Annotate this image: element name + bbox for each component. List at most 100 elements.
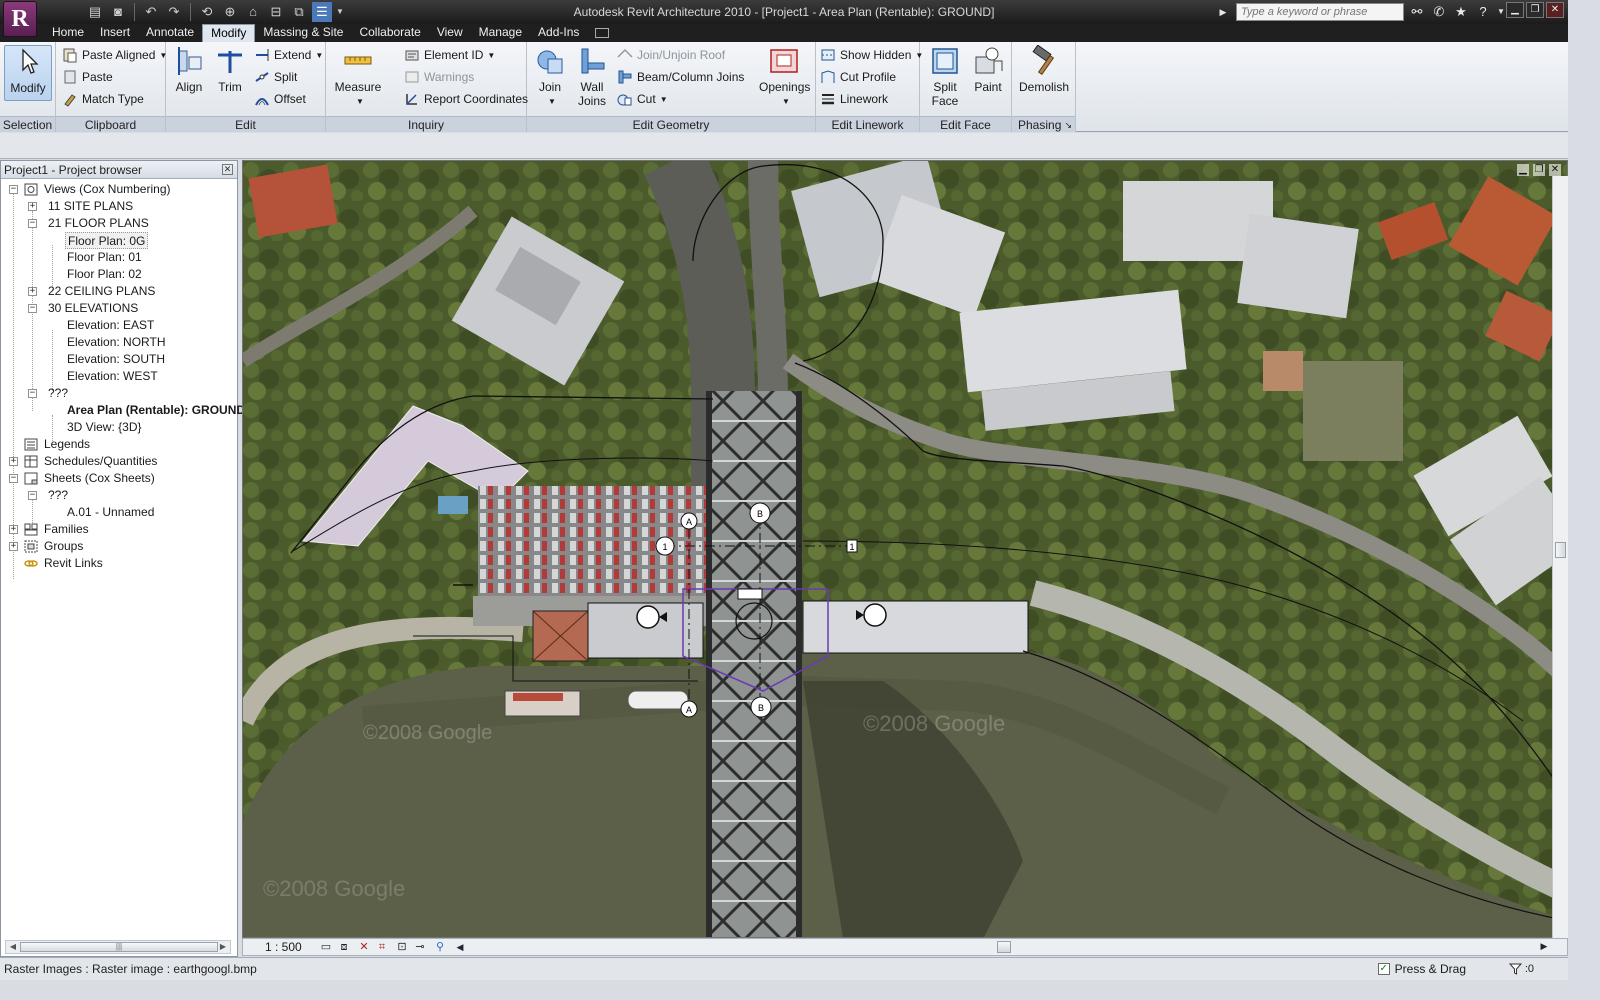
tree-node-floor-plan-02[interactable]: Floor Plan: 02 [67,266,142,283]
show-crop-icon[interactable]: ⊡ [395,941,409,954]
join-button[interactable]: Join ▼ [533,45,567,108]
view-scale[interactable]: 1 : 500 [265,939,302,956]
help-dropdown-icon[interactable]: ▼ [1496,3,1506,21]
tree-node-elevation-east[interactable]: Elevation: EAST [67,317,154,334]
view-minimize-icon[interactable]: ▁ [1517,164,1529,176]
filter-status[interactable]: :0 [1508,962,1534,976]
browser-scroll-thumb[interactable]: ||| [20,942,218,952]
collapse-icon[interactable]: − [28,219,37,228]
match-type-button[interactable]: Match Type [62,89,144,109]
redo-icon[interactable]: ↷ [164,2,184,22]
area-plan-canvas[interactable]: A 1 B 1 A B ©2008 Google ©2008 Google ©2… [243,161,1568,938]
trim-button[interactable]: Trim [212,45,248,94]
scroll-right-icon[interactable]: ▶ [217,941,229,953]
tree-node-floor-plan-0g[interactable]: Floor Plan: 0G [65,232,149,249]
tree-node-elevations[interactable]: − 30 ELEVATIONS [26,300,138,317]
tree-node-site-plans[interactable]: + 11 SITE PLANS [26,198,133,215]
paste-aligned-button[interactable]: Paste Aligned ▼ [62,45,167,65]
grid-bubble[interactable]: A [680,700,698,718]
paint-button[interactable]: Paint [970,45,1006,94]
open-icon[interactable]: ▤ [85,2,105,22]
cut-profile-button[interactable]: Cut Profile [820,67,896,87]
tree-node-elevation-north[interactable]: Elevation: NORTH [67,334,165,351]
grid-bubble[interactable]: B [750,696,772,718]
tree-node-sheets[interactable]: − Sheets (Cox Sheets) [7,470,155,487]
drawing-vertical-scrollbar[interactable] [1552,176,1568,938]
expand-icon[interactable]: + [9,457,18,466]
tree-node-3d-view[interactable]: 3D View: {3D} [67,419,142,436]
tree-node-revit-links[interactable]: Revit Links [7,555,103,572]
tab-insert[interactable]: Insert [92,24,138,42]
tab-annotate[interactable]: Annotate [138,24,202,42]
tree-node-schedules[interactable]: + Schedules/Quantities [7,453,157,470]
tab-add-ins[interactable]: Add-Ins [530,24,587,42]
tree-node-floor-plan-01[interactable]: Floor Plan: 01 [67,249,142,266]
collapse-icon[interactable]: − [28,491,37,500]
favorites-star-icon[interactable]: ★ [1452,3,1470,21]
join-unjoin-roof-button[interactable]: Join/Unjoin Roof [617,45,725,65]
demolish-button[interactable]: Demolish [1016,45,1072,94]
collapse-icon[interactable]: − [9,474,18,483]
tree-node-elevation-west[interactable]: Elevation: WEST [67,368,158,385]
tree-node-ceiling-plans[interactable]: + 22 CEILING PLANS [26,283,155,300]
save-icon[interactable]: ◙ [108,2,128,22]
sync-icon[interactable]: ⟲ [197,2,217,22]
switch-windows-icon[interactable]: ☰ [312,2,332,22]
report-coordinates-button[interactable]: Report Coordinates [404,89,528,109]
scroll-right-icon[interactable]: ▶ [1537,940,1551,953]
align-button[interactable]: Align [170,45,208,94]
section-icon[interactable]: ⊟ [266,2,286,22]
tree-node-sheets-unknown[interactable]: − ??? [26,487,68,504]
tree-node-unknown-group[interactable]: − ??? [26,385,68,402]
expand-icon[interactable]: + [9,542,18,551]
tree-node-groups[interactable]: + Groups [7,538,83,555]
tab-modify[interactable]: Modify [202,24,256,42]
keyword-search-input[interactable] [1236,3,1404,21]
phasing-launcher-icon[interactable]: ↘ [1064,117,1072,133]
visual-style-icon[interactable]: ⧈ [337,941,351,954]
linework-button[interactable]: Linework [820,89,888,109]
3d-view-icon[interactable]: ⌂ [243,2,263,22]
tree-node-views[interactable]: − Views (Cox Numbering) [7,181,171,198]
element-id-button[interactable]: Element ID ▼ [404,45,495,65]
binoculars-icon[interactable]: ⚯ [1408,3,1426,21]
crop-region-icon[interactable]: ⌗ [375,941,389,954]
browser-horizontal-scrollbar[interactable]: ◀ ||| ▶ [5,940,231,954]
temporary-hide-icon[interactable]: ⊸ [413,941,427,954]
shadows-icon[interactable]: ✕ [357,941,371,954]
tab-manage[interactable]: Manage [471,24,530,42]
tab-collaborate[interactable]: Collaborate [351,24,428,42]
modify-button[interactable]: Modify [4,45,52,101]
tree-node-elevation-south[interactable]: Elevation: SOUTH [67,351,165,368]
undo-icon[interactable]: ↶ [141,2,161,22]
beam-column-joins-button[interactable]: Beam/Column Joins [617,67,744,87]
split-button[interactable]: Split [254,67,297,87]
scroll-left-icon[interactable]: ◀ [7,941,19,953]
grid-bubble[interactable]: 1 [655,536,675,556]
minimize-icon[interactable]: ▁ [1506,2,1524,18]
tree-node-area-plan-ground[interactable]: Area Plan (Rentable): GROUND [67,402,245,419]
close-hidden-icon[interactable]: ⧉ [289,2,309,22]
warnings-button[interactable]: Warnings [404,67,474,87]
cut-button[interactable]: Cut ▼ [617,89,668,109]
help-icon[interactable]: ? [1474,3,1492,21]
collapse-icon[interactable]: − [28,304,37,313]
browser-close-icon[interactable]: ✕ [222,164,233,175]
expand-icon[interactable]: + [28,202,37,211]
close-icon[interactable]: ✕ [1546,2,1564,18]
grid-bubble[interactable]: B [749,502,771,524]
expand-icon[interactable]: + [9,525,18,534]
tree-node-legends[interactable]: Legends [7,436,90,453]
measure-button[interactable]: Measure ▼ [332,45,384,108]
view-close-icon[interactable]: ✕ [1549,164,1561,176]
tree-node-sheet-a01[interactable]: A.01 - Unnamed [67,504,154,521]
detail-level-icon[interactable]: ▭ [319,941,333,954]
tree-node-families[interactable]: + Families [7,521,89,538]
grid-bubble[interactable]: 1 [846,539,858,553]
tab-home[interactable]: Home [44,24,92,42]
press-drag-toggle[interactable]: ✓ Press & Drag [1377,962,1466,976]
scroll-left-icon[interactable]: ◀ [453,941,467,954]
show-hidden-button[interactable]: Show Hidden ▼ [820,45,923,65]
split-face-button[interactable]: Split Face [924,45,966,108]
reveal-hidden-icon[interactable]: ⚲ [433,941,447,954]
